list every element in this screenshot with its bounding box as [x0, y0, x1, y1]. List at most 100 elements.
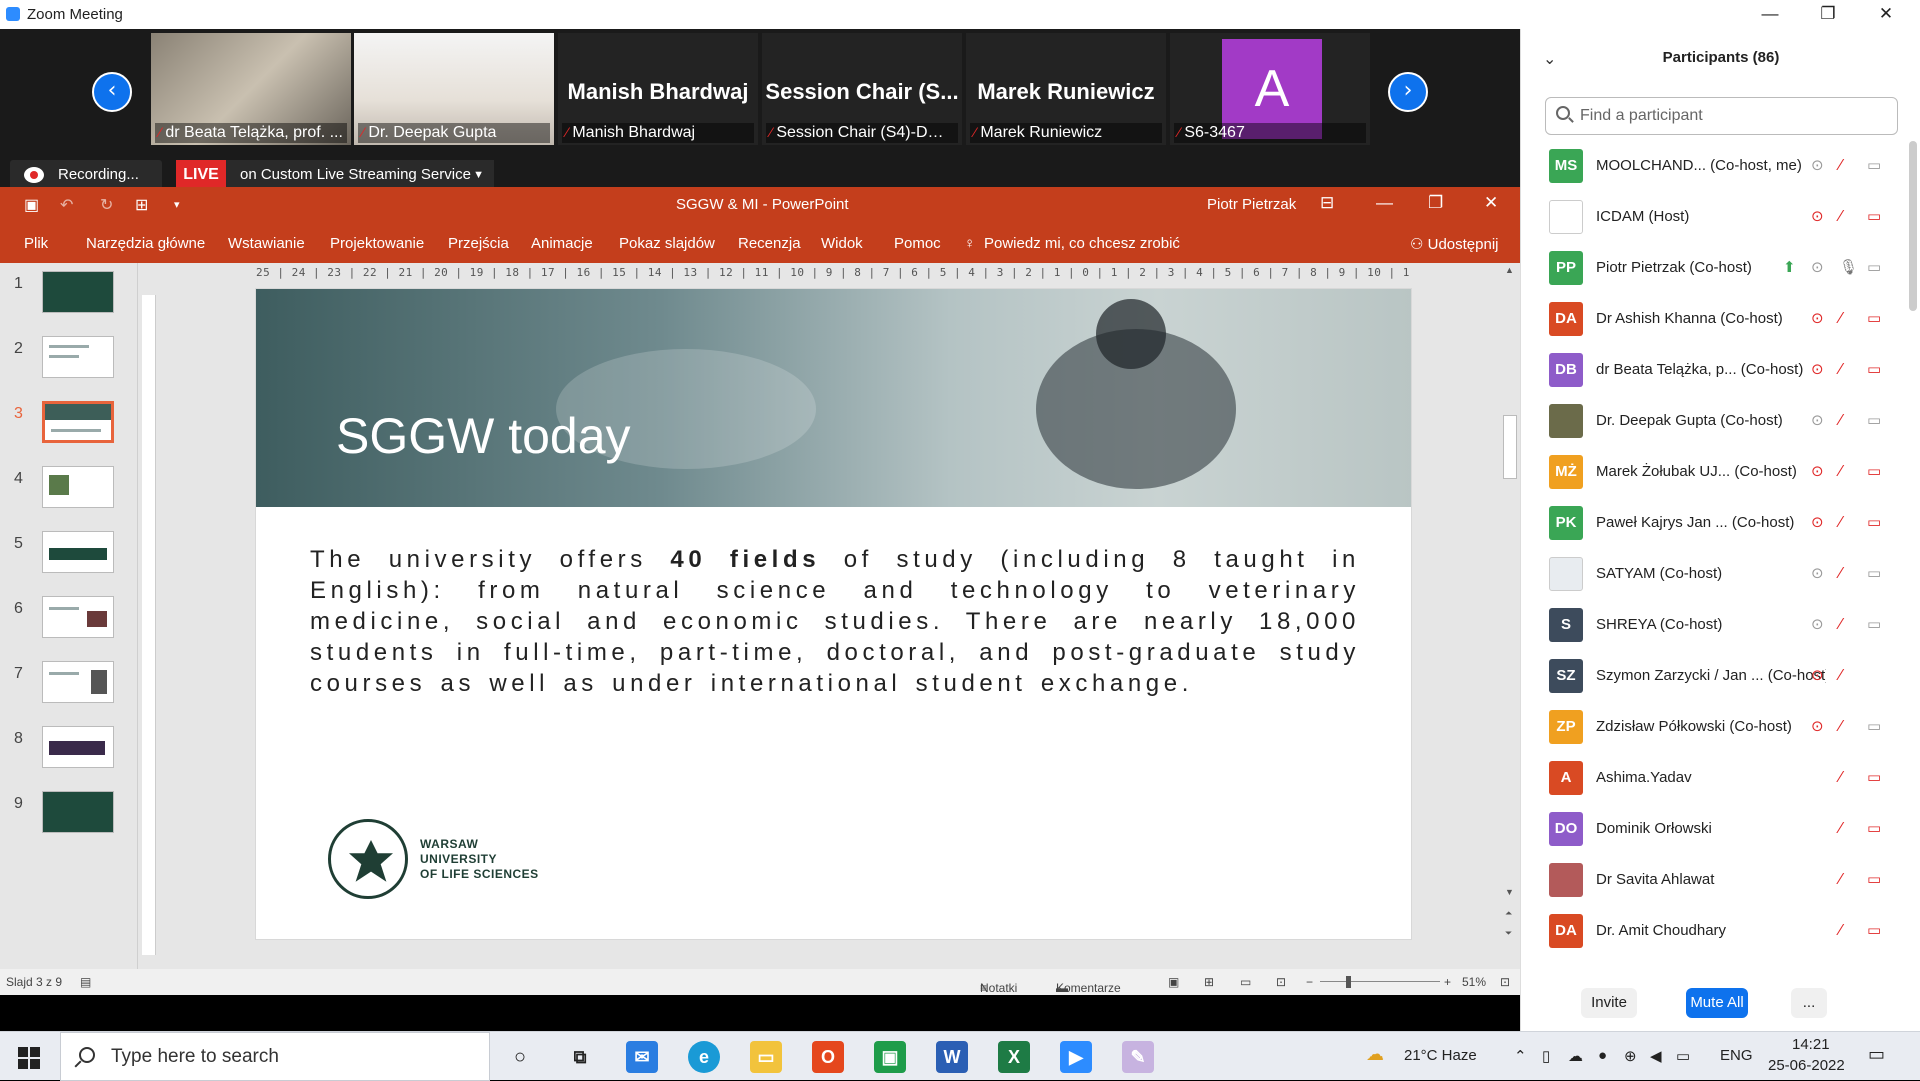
thumbnail-row[interactable]: 3 — [0, 401, 138, 451]
participant-row[interactable]: DO Dominik Orłowski ⁄ ▭ — [1521, 804, 1911, 855]
more-options-button[interactable]: ... — [1791, 988, 1827, 1018]
camera-off-icon[interactable]: ▭ — [1867, 768, 1881, 786]
scrollbar-thumb[interactable] — [1503, 415, 1517, 479]
previous-page-button[interactable]: ‹ — [92, 72, 132, 112]
slide-sorter-icon[interactable]: ⊞ — [1204, 975, 1214, 989]
camera-off-icon[interactable]: ▭ — [1867, 462, 1881, 480]
edge-icon[interactable]: e — [688, 1041, 720, 1073]
word-icon[interactable]: W — [936, 1041, 968, 1073]
slide-body-text[interactable]: The university offers 40 fields of study… — [310, 544, 1360, 699]
undo-icon[interactable]: ↶ — [60, 195, 73, 215]
show-hidden-icons-icon[interactable]: ⌃ — [1514, 1047, 1527, 1065]
video-tile-session-chair[interactable]: Session Chair (S... ⁄ Session Chair (S4)-… — [762, 33, 962, 145]
customize-toolbar-icon[interactable]: ▾ — [174, 198, 180, 211]
participant-row[interactable]: ZP Zdzisław Półkowski (Co-host) ⊙ ⁄ ▭ — [1521, 702, 1911, 753]
camera-off-icon[interactable]: ▭ — [1867, 819, 1881, 837]
notifications-icon[interactable]: ▭ — [1868, 1044, 1885, 1065]
weather-text[interactable]: 21°C Haze — [1404, 1047, 1477, 1064]
recording-permission-icon[interactable]: ⊙ — [1811, 258, 1824, 276]
camera-icon[interactable]: ▭ — [1867, 258, 1881, 276]
ppt-close-icon[interactable]: ✕ — [1484, 193, 1498, 213]
slide-thumbnail[interactable] — [42, 466, 114, 508]
recording-permission-icon[interactable]: ⊙ — [1811, 156, 1824, 174]
previous-slide-icon[interactable]: ⏶ — [1505, 908, 1512, 919]
vertical-scrollbar[interactable]: ▲ ▼ ⏶ ⏷ — [1500, 263, 1520, 969]
video-tile-deepak[interactable]: ⁄ Dr. Deepak Gupta — [354, 33, 554, 145]
next-page-button[interactable]: › — [1388, 72, 1428, 112]
participant-row[interactable]: SZ Szymon Zarzycki / Jan ... (Co-host) ⊙ ⁄ — [1521, 651, 1911, 702]
mic-muted-icon[interactable]: ⁄ — [1839, 666, 1842, 684]
participant-row[interactable]: ICDAM (Host) ⊙ ⁄ ▭ — [1521, 192, 1911, 243]
zoom-icon[interactable]: ▶ — [1060, 1041, 1092, 1073]
recording-permission-icon[interactable]: ⊙ — [1811, 462, 1824, 480]
tell-me-search[interactable]: Powiedz mi, co chcesz zrobić — [984, 235, 1180, 252]
zoom-in-icon[interactable]: + — [1444, 975, 1451, 989]
share-button[interactable]: ⚇ Udostępnij — [1410, 235, 1499, 253]
tab-insert[interactable]: Wstawianie — [228, 235, 305, 252]
mic-muted-icon[interactable]: ⁄ — [1839, 819, 1842, 837]
zoom-out-icon[interactable]: − — [1306, 975, 1313, 989]
camera-off-icon[interactable]: ▭ — [1867, 360, 1881, 378]
recording-permission-icon[interactable]: ⊙ — [1811, 411, 1824, 429]
slide-thumbnail-selected[interactable] — [42, 401, 114, 443]
participant-row[interactable]: MS MOOLCHAND... (Co-host, me) ⊙ ⁄ ▭ — [1521, 141, 1911, 192]
slide-thumbnail[interactable] — [42, 596, 114, 638]
slideshow-view-icon[interactable]: ⊡ — [1276, 975, 1286, 989]
ppt-minimize-icon[interactable]: — — [1376, 193, 1393, 213]
tab-home[interactable]: Narzędzia główne — [86, 235, 205, 252]
battery-icon[interactable]: ▭ — [1676, 1047, 1690, 1065]
share-screen-icon[interactable]: ⬆ — [1783, 258, 1796, 276]
video-tile-marek[interactable]: Marek Runiewicz ⁄ Marek Runiewicz — [966, 33, 1166, 145]
tab-animations[interactable]: Animacje — [531, 235, 593, 252]
cortana-icon[interactable]: ○ — [504, 1041, 536, 1073]
video-tile-manish[interactable]: Manish Bhardwaj ⁄ Manish Bhardwaj — [558, 33, 758, 145]
participant-row[interactable]: Dr. Deepak Gupta (Co-host) ⊙ ⁄ ▭ — [1521, 396, 1911, 447]
recording-permission-icon[interactable]: ⊙ — [1811, 309, 1824, 327]
slide-thumbnail[interactable] — [42, 791, 114, 833]
slide-thumbnail[interactable] — [42, 531, 114, 573]
mic-muted-icon[interactable]: ⁄ — [1839, 207, 1842, 225]
scroll-down-icon[interactable]: ▼ — [1505, 887, 1514, 897]
mic-muted-icon[interactable]: ⁄ — [1839, 309, 1842, 327]
mic-muted-icon[interactable]: ⁄ — [1839, 156, 1842, 174]
tab-review[interactable]: Recenzja — [738, 235, 801, 252]
video-tile-beata[interactable]: ⁄ dr Beata Telążka, prof. ... — [151, 33, 351, 145]
device-icon[interactable]: ▯ — [1542, 1047, 1550, 1065]
microphone-icon[interactable]: ● — [1598, 1047, 1607, 1064]
thumbnail-row[interactable]: 2 — [0, 336, 138, 386]
mic-muted-icon[interactable]: ⁄ — [1839, 360, 1842, 378]
ribbon-display-icon[interactable]: ⊟ — [1320, 193, 1334, 213]
start-presentation-icon[interactable]: ⊞ — [135, 195, 148, 215]
mail-icon[interactable]: ✉ — [626, 1041, 658, 1073]
camera-off-icon[interactable]: ▭ — [1867, 309, 1881, 327]
mic-muted-icon[interactable]: ⁄ — [1839, 870, 1842, 888]
slide-thumbnail[interactable] — [42, 271, 114, 313]
network-icon[interactable]: ⊕ — [1624, 1047, 1637, 1065]
recording-permission-icon[interactable]: ⊙ — [1811, 615, 1824, 633]
camera-off-icon[interactable]: ▭ — [1867, 207, 1881, 225]
mute-all-button[interactable]: Mute All — [1686, 988, 1748, 1018]
thumbnail-row[interactable]: 9 — [0, 791, 138, 841]
file-explorer-icon[interactable]: ▭ — [750, 1041, 782, 1073]
thumbnail-row[interactable]: 5 — [0, 531, 138, 581]
zoom-level[interactable]: 51% — [1462, 975, 1486, 989]
video-tile-s6[interactable]: A ⁄ S6-3467 — [1170, 33, 1370, 145]
thumbnail-row[interactable]: 4 — [0, 466, 138, 516]
minimize-icon[interactable]: — — [1750, 2, 1790, 26]
slide-title[interactable]: SGGW today — [336, 407, 631, 465]
participant-row[interactable]: Dr Savita Ahlawat ⁄ ▭ — [1521, 855, 1911, 906]
paint-icon[interactable]: ✎ — [1122, 1041, 1154, 1073]
scroll-up-icon[interactable]: ▲ — [1505, 265, 1514, 275]
thumbnail-row[interactable]: 6 — [0, 596, 138, 646]
volume-icon[interactable]: ◀ — [1650, 1047, 1662, 1065]
recording-permission-icon[interactable]: ⊙ — [1811, 207, 1824, 225]
participant-row[interactable]: DA Dr. Amit Choudhary ⁄ ▭ — [1521, 906, 1911, 957]
participant-row[interactable]: PP Piotr Pietrzak (Co-host) ⬆ ⊙ 🎙 ▭ — [1521, 243, 1911, 294]
excel-icon[interactable]: X — [998, 1041, 1030, 1073]
camera-icon[interactable]: ▭ — [1867, 564, 1881, 582]
tab-design[interactable]: Projektowanie — [330, 235, 424, 252]
participant-search-input[interactable]: Find a participant — [1545, 97, 1898, 135]
mic-muted-icon[interactable]: ⁄ — [1839, 768, 1842, 786]
recording-permission-icon[interactable]: ⊙ — [1811, 513, 1824, 531]
windows-start-icon[interactable] — [18, 1047, 40, 1069]
